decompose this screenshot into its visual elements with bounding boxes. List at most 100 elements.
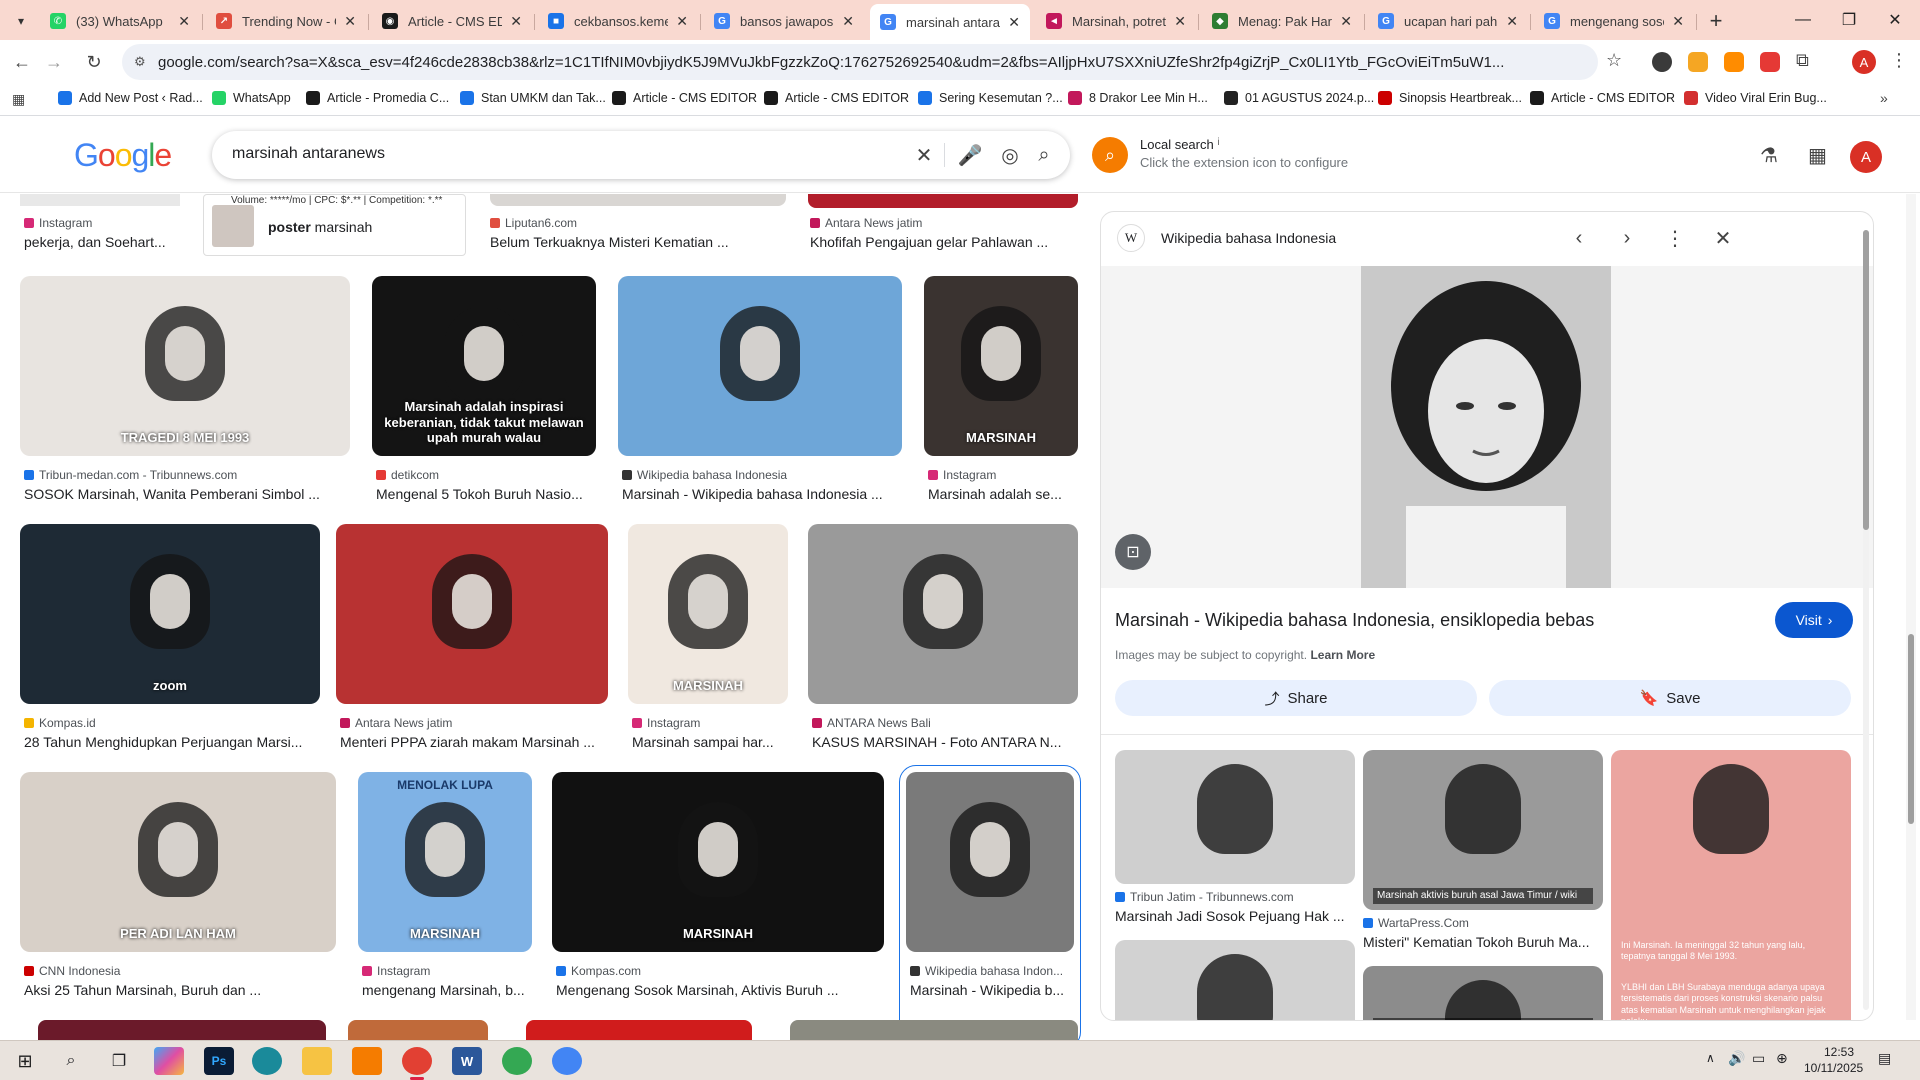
image-caption[interactable]: Marsinah sampai har...: [632, 734, 792, 750]
browser-tab[interactable]: Gucapan hari pahla ✕: [1368, 6, 1528, 36]
back-button[interactable]: ←: [8, 48, 36, 76]
browser-tab[interactable]: ■ cekbansos.kemen ✕: [538, 6, 698, 36]
image-thumbnail[interactable]: zoom: [20, 524, 320, 704]
image-result-card[interactable]: MARSINAH Instagram Marsinah adalah se...: [924, 276, 1078, 546]
tab-close-icon[interactable]: ✕: [1008, 14, 1020, 31]
bookmark-item[interactable]: Add New Post ‹ Rad...: [58, 91, 203, 105]
image-thumbnail[interactable]: PER ADI LAN HAM: [20, 772, 336, 952]
bookmark-item[interactable]: Article - CMS EDITOR: [612, 91, 757, 105]
preview-image[interactable]: [1361, 266, 1611, 588]
bookmark-star-icon[interactable]: ☆: [1606, 50, 1622, 71]
tab-search-icon[interactable]: ▾: [10, 10, 32, 32]
tab-close-icon[interactable]: ✕: [344, 13, 356, 30]
image-source[interactable]: Tribun-medan.com - Tribunnews.com: [24, 468, 354, 482]
edge-browser-icon[interactable]: [252, 1047, 282, 1075]
visit-button[interactable]: Visit ›: [1775, 602, 1853, 638]
page-scrollbar[interactable]: [1906, 194, 1916, 1020]
image-source[interactable]: Antara News jatim: [810, 216, 1070, 230]
image-result-card[interactable]: MARSINAH Instagram Marsinah sampai har...: [628, 524, 788, 794]
labs-flask-icon[interactable]: ⚗: [1760, 143, 1778, 168]
site-info-icon[interactable]: ⚙: [134, 54, 150, 70]
extension-icon-1[interactable]: [1652, 52, 1672, 72]
bookmark-item[interactable]: WhatsApp: [212, 91, 291, 105]
search-submit-icon[interactable]: ⌕: [1032, 143, 1056, 167]
previous-image-icon[interactable]: ‹: [1563, 222, 1595, 254]
address-bar[interactable]: google.com/search?sa=X&sca_esv=4f246cde2…: [122, 44, 1598, 80]
browser-menu-icon[interactable]: ⋮: [1890, 50, 1908, 71]
chrome-icon[interactable]: [502, 1047, 532, 1075]
tab-close-icon[interactable]: ✕: [1506, 13, 1518, 30]
image-partial-next-4[interactable]: [790, 1020, 1078, 1040]
bookmark-item[interactable]: Article - CMS EDITOR: [1530, 91, 1675, 105]
new-tab-button[interactable]: +: [1702, 8, 1730, 34]
image-source[interactable]: Antara News jatim: [340, 716, 612, 730]
image-caption[interactable]: mengenang Marsinah, b...: [362, 982, 536, 998]
page-scroll-thumb[interactable]: [1908, 634, 1914, 824]
panel-site-name[interactable]: Wikipedia bahasa Indonesia: [1161, 230, 1336, 246]
local-search-extension-icon[interactable]: ⌕: [1092, 137, 1128, 173]
voice-search-icon[interactable]: 🎤: [958, 143, 983, 167]
copilot-icon[interactable]: [154, 1047, 184, 1075]
image-caption[interactable]: Belum Terkuaknya Misteri Kematian ...: [490, 234, 750, 250]
image-source[interactable]: ANTARA News Bali: [812, 716, 1082, 730]
tab-close-icon[interactable]: ✕: [1340, 13, 1352, 30]
image-thumbnail[interactable]: [336, 524, 608, 704]
tab-close-icon[interactable]: ✕: [676, 13, 688, 30]
image-caption[interactable]: pekerja, dan Soehart...: [24, 234, 284, 250]
browser-tab[interactable]: ◉ Article - CMS EDIT ✕: [372, 6, 532, 36]
close-window-button[interactable]: ✕: [1872, 0, 1918, 40]
image-source[interactable]: Wikipedia bahasa Indonesia: [622, 468, 906, 482]
image-partial-3[interactable]: [808, 194, 1078, 208]
file-explorer-icon[interactable]: [302, 1047, 332, 1075]
bookmark-item[interactable]: Sering Kesemutan ?...: [918, 91, 1063, 105]
network-icon[interactable]: ⊕: [1776, 1050, 1788, 1067]
restore-button[interactable]: ❐: [1826, 0, 1872, 40]
browser-tab[interactable]: ↗ Trending Now - G ✕: [206, 6, 366, 36]
image-caption[interactable]: Marsinah - Wikipedia bahasa Indonesia ..…: [622, 486, 906, 502]
clear-search-icon[interactable]: ✕: [912, 143, 936, 167]
image-caption[interactable]: Aksi 25 Tahun Marsinah, Buruh dan ...: [24, 982, 340, 998]
save-button[interactable]: 🔖 Save: [1489, 680, 1851, 716]
image-thumbnail[interactable]: [808, 524, 1078, 704]
related-image[interactable]: Ini Marsinah. Ia meninggal 32 tahun yang…: [1611, 750, 1851, 1020]
image-source[interactable]: CNN Indonesia: [24, 964, 340, 978]
tab-close-icon[interactable]: ✕: [178, 13, 190, 30]
image-caption[interactable]: Marsinah adalah se...: [928, 486, 1082, 502]
panel-scrollbar[interactable]: [1863, 230, 1869, 1010]
browser-tab[interactable]: ◆ Menag: Pak Harto ✕: [1202, 6, 1362, 36]
related-source[interactable]: Tribun Jatim - Tribunnews.com: [1115, 890, 1355, 904]
related-caption[interactable]: Misteri" Kematian Tokoh Buruh Ma...: [1363, 934, 1603, 950]
image-caption[interactable]: Mengenal 5 Tokoh Buruh Nasio...: [376, 486, 600, 502]
image-thumbnail[interactable]: MARSINAH: [552, 772, 884, 952]
browser-tab[interactable]: Gbansos jawapos - ✕: [704, 6, 864, 36]
image-caption[interactable]: Khofifah Pengajuan gelar Pahlawan ...: [810, 234, 1070, 250]
apps-grid-icon[interactable]: ▦: [12, 91, 25, 108]
image-source[interactable]: Instagram: [632, 716, 792, 730]
image-thumbnail[interactable]: Marsinah adalah inspirasi keberanian, ti…: [372, 276, 596, 456]
image-thumbnail[interactable]: MARSINAH: [924, 276, 1078, 456]
bookmark-item[interactable]: Article - Promedia C...: [306, 91, 449, 105]
image-result-card[interactable]: Wikipedia bahasa Indonesia Marsinah - Wik…: [618, 276, 902, 546]
image-partial-1[interactable]: [20, 194, 180, 206]
tab-close-icon[interactable]: ✕: [842, 13, 854, 30]
profile-avatar[interactable]: A: [1852, 50, 1876, 74]
bookmark-item[interactable]: Video Viral Erin Bug...: [1684, 91, 1827, 105]
next-image-icon[interactable]: ›: [1611, 222, 1643, 254]
image-source[interactable]: Kompas.com: [556, 964, 888, 978]
image-result-card[interactable]: MARSINAH MENOLAK LUPA Instagram mengenang M…: [358, 772, 532, 1042]
related-image[interactable]: MARSINAH: [1363, 966, 1603, 1020]
more-options-icon[interactable]: ⋮: [1659, 222, 1691, 254]
close-panel-icon[interactable]: ✕: [1707, 222, 1739, 254]
image-result-card[interactable]: PER ADI LAN HAM CNN Indonesia Aksi 25 Tahu…: [20, 772, 336, 1042]
image-caption[interactable]: 28 Tahun Menghidupkan Perjuangan Marsi..…: [24, 734, 324, 750]
panel-scroll-thumb[interactable]: [1863, 230, 1869, 530]
image-source[interactable]: Wikipedia bahasa Indon...: [910, 964, 1078, 978]
image-thumbnail[interactable]: MARSINAH: [628, 524, 788, 704]
display-icon[interactable]: ▭: [1752, 1050, 1765, 1067]
tab-close-icon[interactable]: ✕: [1672, 13, 1684, 30]
google-logo[interactable]: Google: [74, 137, 172, 174]
image-caption[interactable]: Marsinah - Wikipedia b...: [910, 982, 1078, 998]
account-avatar[interactable]: A: [1850, 141, 1882, 173]
search-input[interactable]: marsinah antaranews: [232, 145, 385, 163]
extension-icon-3[interactable]: [1724, 52, 1744, 72]
